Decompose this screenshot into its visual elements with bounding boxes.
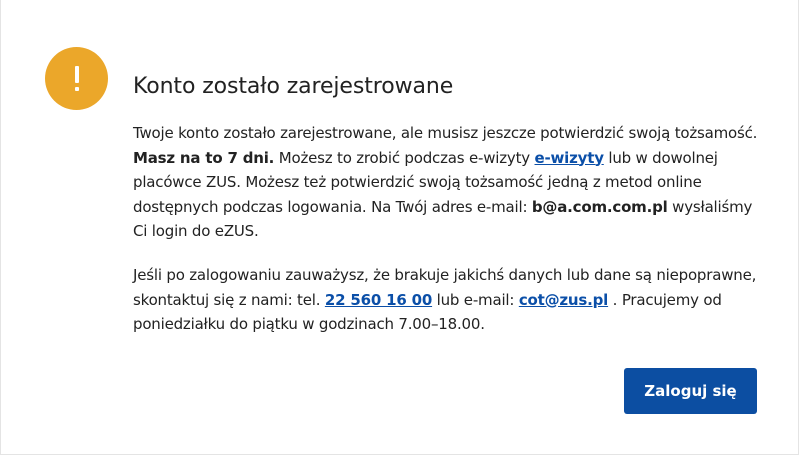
ewizyty-link[interactable]: e-wizyty — [535, 149, 604, 167]
exclamation-icon — [45, 47, 108, 110]
dialog-title: Konto zostało zarejestrowane — [133, 74, 454, 99]
contact-email-link[interactable]: cot@zus.pl — [519, 291, 608, 309]
message-text: Twoje konto zostało zarejestrowane, ale … — [133, 124, 758, 142]
phone-link[interactable]: 22 560 16 00 — [325, 291, 432, 309]
message-text: Możesz to zrobić podczas e-wizyty — [274, 148, 535, 167]
confirmation-message: Twoje konto zostało zarejestrowane, ale … — [133, 121, 763, 244]
deadline-text: Masz na to 7 dni. — [133, 148, 275, 167]
message-text: lub e-mail: — [432, 290, 519, 309]
login-button[interactable]: Zaloguj się — [624, 368, 757, 414]
user-email: b@a.com.com.pl — [531, 197, 668, 216]
contact-message: Jeśli po zalogowaniu zauważysz, że braku… — [133, 263, 763, 337]
